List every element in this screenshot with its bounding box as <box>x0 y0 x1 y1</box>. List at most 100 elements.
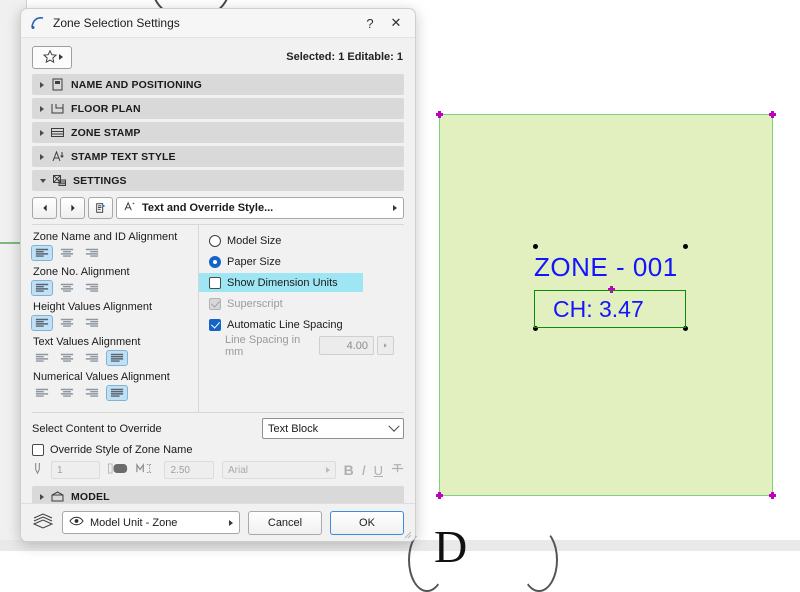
align-right-button[interactable] <box>82 281 102 295</box>
sidebar-item-label: MODEL <box>71 490 110 503</box>
stamp-text-style-icon <box>50 150 65 163</box>
radio-icon[interactable] <box>209 255 221 268</box>
text-and-override-style-combo[interactable]: Text and Override Style... <box>116 197 404 219</box>
align-center-button[interactable] <box>57 351 77 365</box>
line-spacing-label: Line Spacing in mm <box>225 333 301 358</box>
align-center-button[interactable] <box>57 316 77 330</box>
chevron-right-icon[interactable] <box>40 81 44 88</box>
favorites-popup-arrow-icon[interactable] <box>58 54 63 60</box>
align-center-button[interactable] <box>57 386 77 400</box>
favorites-button[interactable] <box>32 45 72 69</box>
paper-size-option[interactable]: Paper Size <box>209 252 404 271</box>
zone-name-and-id-alignment-group <box>31 245 198 261</box>
chevron-right-icon[interactable] <box>40 493 44 500</box>
text-size-icon <box>136 462 156 477</box>
layer-selector[interactable]: Model Unit - Zone <box>62 511 240 534</box>
checkbox-icon[interactable] <box>209 318 221 331</box>
chevron-right-icon[interactable] <box>40 105 44 112</box>
cancel-button[interactable]: Cancel <box>248 510 322 535</box>
show-dimension-units-option[interactable]: Show Dimension Units <box>199 273 363 292</box>
zone-name-and-id-alignment-label: Zone Name and ID Alignment <box>33 231 178 243</box>
dialog-titlebar[interactable]: Zone Selection Settings ? ✕ <box>21 9 415 38</box>
zone-stamp-handle-top-right[interactable] <box>683 244 688 249</box>
superscript-label: Superscript <box>227 297 283 310</box>
canvas-stray-letter: D <box>434 521 468 572</box>
chevron-down-icon[interactable] <box>40 178 46 183</box>
settings-panes: Zone Name and ID Alignment Zone No. Alig… <box>31 224 404 412</box>
text-style-icon <box>123 201 136 215</box>
select-content-to-override-label: Select Content to Override <box>32 422 162 435</box>
radio-icon[interactable] <box>209 234 221 247</box>
align-right-button[interactable] <box>82 316 102 330</box>
chevron-down-icon[interactable] <box>388 420 400 432</box>
chevron-right-icon[interactable] <box>40 542 44 543</box>
popup-arrow-icon[interactable] <box>229 519 233 526</box>
sidebar-item-label: SETTINGS <box>73 174 127 187</box>
arrow-left-icon[interactable] <box>32 197 57 219</box>
style-combo-label: Text and Override Style... <box>142 202 274 214</box>
alignment-pane: Zone Name and ID Alignment Zone No. Alig… <box>31 225 198 412</box>
dialog-title: Zone Selection Settings <box>53 16 180 30</box>
text-size-field: 2.50 <box>164 461 214 479</box>
align-center-button[interactable] <box>57 281 77 295</box>
arrow-right-icon[interactable] <box>60 197 85 219</box>
selection-status: Selected: 1 Editable: 1 <box>286 51 403 63</box>
override-style-of-zone-name-option[interactable]: Override Style of Zone Name <box>32 443 404 459</box>
sidebar-item-name-and-positioning[interactable]: NAME AND POSITIONING <box>32 74 404 95</box>
zone-height-label[interactable]: CH: 3.47 <box>553 296 644 323</box>
sidebar-item-label: NAME AND POSITIONING <box>71 78 202 91</box>
chevron-right-icon[interactable] <box>40 129 44 136</box>
checkbox-icon[interactable] <box>209 276 221 289</box>
sidebar-item-stamp-text-style[interactable]: STAMP TEXT STYLE <box>32 146 404 167</box>
ok-button[interactable]: OK <box>330 510 404 535</box>
strikethrough-button <box>391 462 404 478</box>
align-left-button[interactable] <box>31 280 53 296</box>
align-center-button[interactable] <box>57 246 77 260</box>
zone-tool-icon <box>30 15 46 31</box>
zone-stamp-handle-top-left[interactable] <box>533 244 538 249</box>
numerical-values-alignment-label: Numerical Values Alignment <box>33 371 170 383</box>
align-justify-button[interactable] <box>106 350 128 366</box>
align-right-button[interactable] <box>82 351 102 365</box>
align-left-button[interactable] <box>32 386 52 400</box>
superscript-option: Superscript <box>209 294 404 313</box>
align-left-button[interactable] <box>32 351 52 365</box>
zone-selection-settings-dialog[interactable]: Zone Selection Settings ? ✕ Selected: 1 … <box>20 8 416 542</box>
italic-button: I <box>361 462 366 478</box>
layers-icon[interactable] <box>32 513 54 532</box>
pen-number-field: 1 <box>51 461 101 479</box>
close-button[interactable]: ✕ <box>383 12 409 34</box>
sidebar-item-floor-plan[interactable]: FLOOR PLAN <box>32 98 404 119</box>
align-left-button[interactable] <box>31 315 53 331</box>
line-spacing-stepper: 4.00 <box>319 336 394 355</box>
select-content-to-override-select[interactable]: Text Block <box>262 418 404 439</box>
model-size-option[interactable]: Model Size <box>209 231 404 250</box>
align-right-button[interactable] <box>82 246 102 260</box>
help-button[interactable]: ? <box>357 12 383 34</box>
popup-arrow-icon <box>325 467 330 473</box>
align-justify-button[interactable] <box>106 385 128 401</box>
layer-value: Model Unit - Zone <box>90 516 178 529</box>
sidebar-item-settings[interactable]: SETTINGS <box>32 170 404 191</box>
align-left-button[interactable] <box>31 245 53 261</box>
checkbox-icon <box>209 297 221 310</box>
chevron-right-icon[interactable] <box>40 153 44 160</box>
dialog-footer: Model Unit - Zone Cancel OK <box>21 503 415 541</box>
zone-name-label[interactable]: ZONE - 001 <box>534 252 678 283</box>
style-nav-row: Text and Override Style... <box>32 194 404 224</box>
line-spacing-value: 4.00 <box>319 336 374 355</box>
automatic-line-spacing-option[interactable]: Automatic Line Spacing <box>209 315 404 334</box>
text-values-alignment-group <box>32 350 198 366</box>
edit-style-icon[interactable] <box>88 197 113 219</box>
zone-no-alignment-label: Zone No. Alignment <box>33 266 130 278</box>
numerical-values-alignment-group <box>32 385 198 401</box>
model-size-label: Model Size <box>227 234 282 247</box>
resize-grip-icon[interactable] <box>403 530 412 539</box>
font-family-field: Arial <box>221 461 336 479</box>
align-right-button[interactable] <box>82 386 102 400</box>
sidebar-item-label: FLOOR PLAN <box>71 102 141 115</box>
checkbox-icon[interactable] <box>32 444 44 456</box>
sidebar-item-zone-stamp[interactable]: ZONE STAMP <box>32 122 404 143</box>
popup-arrow-icon[interactable] <box>393 205 397 211</box>
stepper-arrow-icon <box>377 336 394 355</box>
